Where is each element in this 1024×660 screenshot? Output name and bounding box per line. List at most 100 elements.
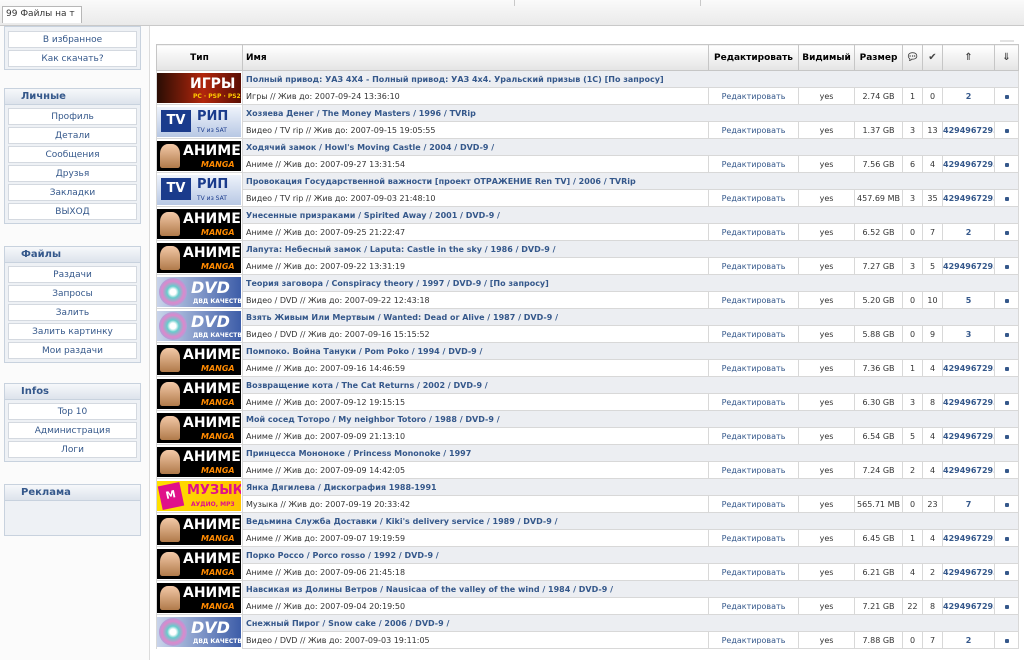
leechers-count[interactable]: 2	[942, 631, 995, 649]
edit-link[interactable]: Редактировать	[708, 427, 799, 445]
category-dvd-icon[interactable]: DVDДВД КАЧЕСТВО	[157, 310, 241, 341]
edit-link[interactable]: Редактировать	[708, 291, 799, 309]
leechers-count[interactable]: 2	[942, 87, 995, 105]
seeders-count[interactable]: 9	[922, 325, 943, 343]
header-size[interactable]: Размер	[854, 44, 903, 71]
category-tvrip-icon[interactable]: TV РИП TV из SAT	[157, 106, 241, 137]
row-action-cell[interactable]	[994, 597, 1019, 615]
sidebar-item-messages[interactable]: Сообщения	[8, 146, 137, 163]
comments-count[interactable]: 3	[902, 257, 923, 275]
leechers-count[interactable]: 7	[942, 495, 995, 513]
edit-link[interactable]: Редактировать	[708, 495, 799, 513]
torrent-title-link[interactable]: Ведьмина Служба Доставки / Kiki's delive…	[242, 512, 1019, 530]
category-anime-icon[interactable]: АНИМЕ MANGA	[157, 344, 241, 375]
category-anime-icon[interactable]: АНИМЕ MANGA	[157, 514, 241, 545]
edit-link[interactable]: Редактировать	[708, 597, 799, 615]
row-action-cell[interactable]	[994, 189, 1019, 207]
leechers-count[interactable]: 4294967295	[942, 393, 995, 411]
seeders-count[interactable]: 4	[922, 427, 943, 445]
edit-link[interactable]: Редактировать	[708, 359, 799, 377]
row-action-cell[interactable]	[994, 87, 1019, 105]
torrent-title-link[interactable]: Принцесса Мононоке / Princess Mononoke /…	[242, 444, 1019, 462]
edit-link[interactable]: Редактировать	[708, 223, 799, 241]
edit-link[interactable]: Редактировать	[708, 631, 799, 649]
sidebar-item-requests[interactable]: Запросы	[8, 285, 137, 302]
comments-count[interactable]: 0	[902, 291, 923, 309]
leechers-count[interactable]: 4294967295	[942, 597, 995, 615]
row-action-cell[interactable]	[994, 223, 1019, 241]
comments-count[interactable]: 1	[902, 359, 923, 377]
seeders-count[interactable]: 10	[922, 291, 943, 309]
torrent-title-link[interactable]: Навсикая из Долины Ветров / Nausicaa of …	[242, 580, 1019, 598]
row-action-cell[interactable]	[994, 563, 1019, 581]
comments-count[interactable]: 0	[902, 223, 923, 241]
seeders-count[interactable]: 4	[922, 359, 943, 377]
comments-count[interactable]: 3	[902, 121, 923, 139]
leechers-count[interactable]: 4294967295	[942, 529, 995, 547]
row-action-cell[interactable]	[994, 155, 1019, 173]
comments-count[interactable]: 2	[902, 461, 923, 479]
header-leechers[interactable]: ⇑	[942, 44, 995, 71]
torrent-title-link[interactable]: Лапута: Небесный замок / Laputa: Castle …	[242, 240, 1019, 258]
category-dvd-icon[interactable]: DVDДВД КАЧЕСТВО	[157, 276, 241, 307]
category-anime-icon[interactable]: АНИМЕ MANGA	[157, 446, 241, 477]
category-music-icon[interactable]: MМУЗЫКА АУДИО, MP3	[157, 480, 241, 511]
seeders-count[interactable]: 5	[922, 257, 943, 275]
category-anime-icon[interactable]: АНИМЕ MANGA	[157, 140, 241, 171]
leechers-count[interactable]: 4294967295	[942, 189, 995, 207]
category-anime-icon[interactable]: АНИМЕ MANGA	[157, 582, 241, 613]
torrent-title-link[interactable]: Полный привод: УАЗ 4Х4 - Полный привод: …	[242, 70, 1019, 88]
leechers-count[interactable]: 4294967295	[942, 155, 995, 173]
edit-link[interactable]: Редактировать	[708, 325, 799, 343]
comments-count[interactable]: 3	[902, 393, 923, 411]
edit-link[interactable]: Редактировать	[708, 461, 799, 479]
torrent-title-link[interactable]: Унесенные призраками / Spirited Away / 2…	[242, 206, 1019, 224]
leechers-count[interactable]: 4294967295	[942, 461, 995, 479]
torrent-title-link[interactable]: Ходячий замок / Howl's Moving Castle / 2…	[242, 138, 1019, 156]
header-seeders[interactable]: ✔	[922, 44, 943, 71]
category-igry-icon[interactable]: ИГРЫ PC · PSP · PS2	[157, 72, 241, 103]
row-action-cell[interactable]	[994, 325, 1019, 343]
sidebar-item-upload-image[interactable]: Залить картинку	[8, 323, 137, 340]
seeders-count[interactable]: 7	[922, 631, 943, 649]
torrent-title-link[interactable]: Взять Живым Или Мертвым / Wanted: Dead o…	[242, 308, 1019, 326]
edit-link[interactable]: Редактировать	[708, 189, 799, 207]
sidebar-item-how-to-download[interactable]: Как скачать?	[8, 50, 137, 67]
category-anime-icon[interactable]: АНИМЕ MANGA	[157, 548, 241, 579]
torrent-title-link[interactable]: Провокация Государственной важности [про…	[242, 172, 1019, 190]
sidebar-item-administration[interactable]: Администрация	[8, 422, 137, 439]
sidebar-item-friends[interactable]: Друзья	[8, 165, 137, 182]
torrent-title-link[interactable]: Помпоко. Война Тануки / Pom Poko / 1994 …	[242, 342, 1019, 360]
row-action-cell[interactable]	[994, 529, 1019, 547]
leechers-count[interactable]: 4294967295	[942, 121, 995, 139]
leechers-count[interactable]: 3	[942, 325, 995, 343]
edit-link[interactable]: Редактировать	[708, 393, 799, 411]
sidebar-item-bookmarks[interactable]: Закладки	[8, 184, 137, 201]
comments-count[interactable]: 1	[902, 529, 923, 547]
seeders-count[interactable]: 2	[922, 563, 943, 581]
leechers-count[interactable]: 2	[942, 223, 995, 241]
seeders-count[interactable]: 4	[922, 461, 943, 479]
row-action-cell[interactable]	[994, 461, 1019, 479]
browser-tab[interactable]: 99 Файлы на т	[2, 6, 82, 23]
torrent-title-link[interactable]: Теория заговора / Conspiracy theory / 19…	[242, 274, 1019, 292]
torrent-title-link[interactable]: Возвращение кота / The Cat Returns / 200…	[242, 376, 1019, 394]
row-action-cell[interactable]	[994, 393, 1019, 411]
torrent-title-link[interactable]: Порко Россо / Porco rosso / 1992 / DVD-9…	[242, 546, 1019, 564]
comments-count[interactable]: 0	[902, 325, 923, 343]
torrent-title-link[interactable]: Янка Дягилева / Дискография 1988-1991	[242, 478, 1019, 496]
seeders-count[interactable]: 8	[922, 597, 943, 615]
seeders-count[interactable]: 35	[922, 189, 943, 207]
header-type[interactable]: Тип	[156, 44, 243, 71]
leechers-count[interactable]: 4294967295	[942, 563, 995, 581]
edit-link[interactable]: Редактировать	[708, 121, 799, 139]
sidebar-item-logs[interactable]: Логи	[8, 441, 137, 458]
comments-count[interactable]: 4	[902, 563, 923, 581]
leechers-count[interactable]: 4294967295	[942, 427, 995, 445]
sidebar-item-profile[interactable]: Профиль	[8, 108, 137, 125]
row-action-cell[interactable]	[994, 257, 1019, 275]
header-comments[interactable]: 💬︎	[902, 44, 923, 71]
category-anime-icon[interactable]: АНИМЕ MANGA	[157, 378, 241, 409]
torrent-title-link[interactable]: Мой сосед Тоторо / My neighbor Totoro / …	[242, 410, 1019, 428]
comments-count[interactable]: 0	[902, 631, 923, 649]
